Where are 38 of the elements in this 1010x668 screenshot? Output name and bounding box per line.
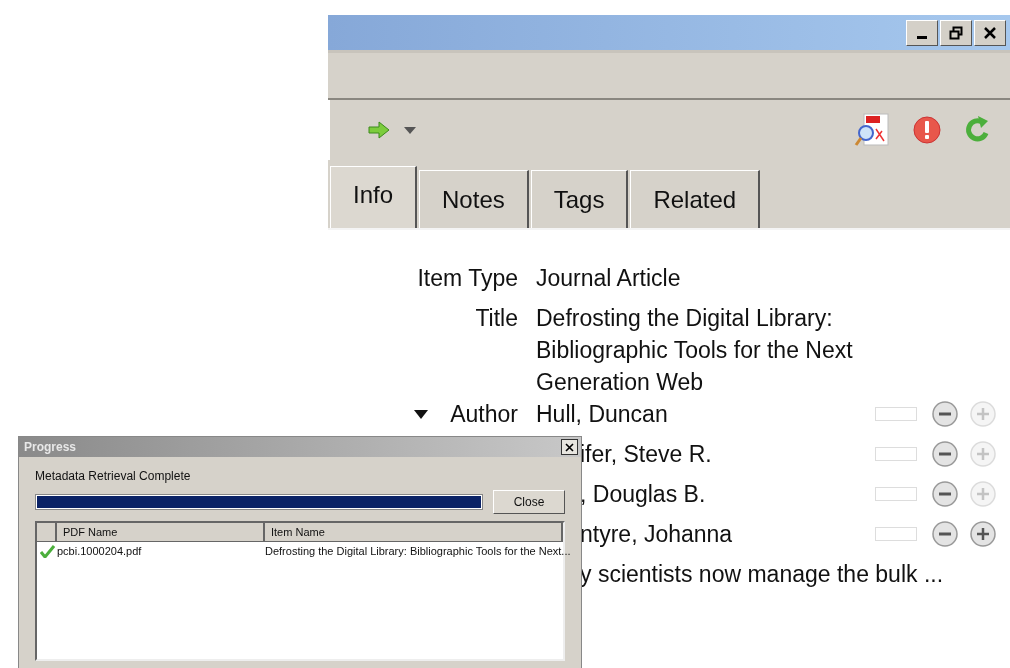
field-value[interactable]: Defrosting the Digital Library: Bibliographic Tools for the Next Generation Web	[536, 302, 901, 398]
dialog-title: Progress	[24, 440, 77, 454]
checkmark-icon	[40, 544, 55, 558]
minus-icon[interactable]	[931, 400, 959, 428]
close-icon	[983, 25, 997, 40]
minimize-icon	[917, 35, 927, 39]
restore-button[interactable]	[940, 19, 972, 46]
close-button[interactable]	[561, 439, 578, 455]
close-button[interactable]: Close	[493, 490, 565, 514]
field-label: Title	[475, 304, 518, 333]
alert-icon[interactable]	[912, 115, 942, 145]
tab[interactable]: Info	[330, 166, 418, 228]
field-label: Author	[450, 400, 518, 429]
tab[interactable]: Tags	[530, 170, 629, 228]
field-label: Item Type	[417, 264, 518, 293]
minus-icon[interactable]	[931, 520, 959, 548]
tab[interactable]: Related	[630, 170, 761, 228]
author-mode-field[interactable]	[875, 407, 917, 421]
caret-icon[interactable]	[404, 126, 416, 134]
minus-icon[interactable]	[931, 440, 959, 468]
author-mode-field[interactable]	[875, 527, 917, 541]
plus-icon[interactable]	[969, 520, 997, 548]
restore-icon	[949, 25, 963, 40]
close-icon	[565, 442, 574, 452]
author-mode-field[interactable]	[875, 487, 917, 501]
expand-triangle-icon[interactable]	[414, 410, 429, 419]
field-value[interactable]: Hull, Duncan	[536, 398, 668, 430]
status-message: Metadata Retrieval Complete	[35, 469, 192, 483]
table-cell: Defrosting the Digital Library: Bibliographic Tools for the Next...	[265, 545, 571, 557]
table-cell-text: pcbi.1000204.pdf	[57, 545, 143, 557]
column-header[interactable]: PDF Name	[57, 523, 265, 542]
column-header[interactable]: Item Name	[265, 523, 563, 542]
tab[interactable]: Notes	[419, 170, 529, 228]
author-mode-field[interactable]	[875, 447, 917, 461]
field-value[interactable]: Journal Article	[536, 262, 681, 294]
minimize-button[interactable]	[906, 19, 938, 46]
minus-icon[interactable]	[931, 480, 959, 508]
pdf-search-icon[interactable]	[854, 113, 890, 147]
